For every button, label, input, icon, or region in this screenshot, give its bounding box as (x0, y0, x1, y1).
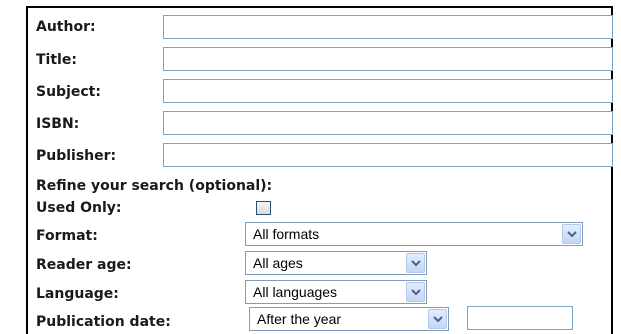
publication-date-label: Publication date: (36, 314, 171, 330)
author-label: Author: (36, 19, 96, 35)
subject-input[interactable] (163, 79, 613, 103)
language-select-value: All languages (253, 284, 338, 300)
isbn-label: ISBN: (36, 116, 80, 132)
used-only-label: Used Only: (36, 200, 122, 216)
language-select[interactable]: All languages (245, 280, 427, 304)
chevron-down-icon[interactable] (406, 253, 425, 273)
refine-heading: Refine your search (optional): (36, 178, 273, 194)
author-input[interactable] (163, 15, 613, 39)
publication-date-select[interactable]: After the year (249, 307, 449, 331)
chevron-down-icon[interactable] (562, 224, 581, 244)
reader-age-select-value: All ages (253, 255, 303, 271)
used-only-checkbox[interactable] (256, 201, 271, 215)
chevron-down-icon[interactable] (428, 309, 447, 329)
publisher-label: Publisher: (36, 148, 117, 164)
publication-date-select-value: After the year (257, 311, 342, 327)
format-select[interactable]: All formats (245, 222, 583, 246)
subject-label: Subject: (36, 84, 101, 100)
format-label: Format: (36, 228, 98, 244)
language-label: Language: (36, 286, 119, 302)
reader-age-label: Reader age: (36, 257, 132, 273)
title-label: Title: (36, 52, 77, 68)
reader-age-select[interactable]: All ages (245, 251, 427, 275)
publisher-input[interactable] (163, 143, 613, 167)
chevron-down-icon[interactable] (406, 282, 425, 302)
format-select-value: All formats (253, 226, 320, 242)
publication-year-input[interactable] (467, 306, 573, 330)
title-input[interactable] (163, 47, 613, 71)
isbn-input[interactable] (163, 111, 613, 135)
